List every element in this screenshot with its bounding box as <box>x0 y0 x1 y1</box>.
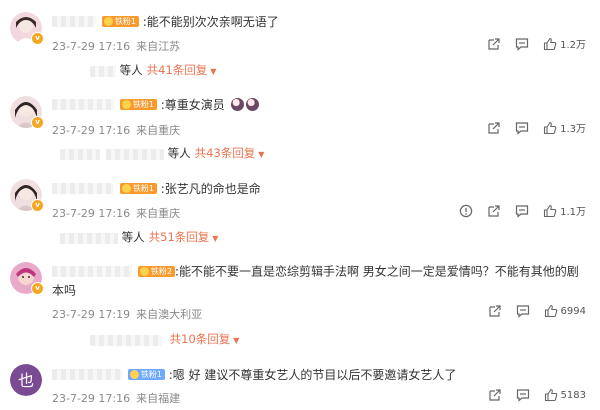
like-button[interactable]: 1.2万 <box>543 36 586 51</box>
comment-header: 铁粉1 :能不能别次次亲啊无语了 <box>52 13 279 30</box>
timestamp: 23-7-29 17:16 <box>52 392 131 405</box>
username-blurred[interactable] <box>52 16 96 27</box>
verified-icon: v <box>31 116 44 129</box>
emoji-icon <box>245 98 259 111</box>
comment-text: :能不能别次次亲啊无语了 <box>142 15 279 29</box>
like-count: 1.3万 <box>560 124 586 135</box>
comment-actions: 5183 <box>488 388 586 402</box>
chevron-down-icon: ▼ <box>210 67 217 76</box>
timestamp: 23-7-29 17:19 <box>52 308 131 321</box>
reply-prefix: 等人 <box>167 146 191 160</box>
comment-text: :能不能不要一直是恋综剪辑手法啊 男女之间一定是爱情吗？不能有其他的剧本吗 <box>52 264 579 298</box>
comment-icon[interactable] <box>515 204 529 218</box>
comment-icon[interactable] <box>516 304 530 318</box>
comment-meta: 23-7-29 17:16 来自重庆 <box>52 205 180 221</box>
comment-icon[interactable] <box>515 121 529 135</box>
reply-count-link[interactable]: 共41条回复 <box>147 63 208 77</box>
comment-header: 铁粉1 :张艺凡的命也是命 <box>52 180 261 197</box>
reply-count-link[interactable]: 共10条回复 <box>170 332 231 346</box>
chevron-down-icon: ▼ <box>212 234 219 243</box>
avatar[interactable]: v <box>10 262 44 295</box>
like-button[interactable]: 6994 <box>544 304 586 318</box>
share-icon[interactable] <box>487 37 501 51</box>
like-count: 1.1万 <box>560 207 586 218</box>
username-blurred[interactable] <box>52 183 114 194</box>
share-icon[interactable] <box>488 388 502 402</box>
reply-summary[interactable]: 共10条回复 ▼ <box>90 331 239 347</box>
timestamp: 23-7-29 17:16 <box>52 207 131 220</box>
timestamp: 23-7-29 17:16 <box>52 124 131 137</box>
verified-icon: v <box>31 282 44 295</box>
comment-actions: 1.2万 <box>487 36 586 51</box>
like-button[interactable]: 1.1万 <box>543 203 586 218</box>
comment-text: :张艺凡的命也是命 <box>160 182 261 196</box>
fan-badge: 铁粉2 <box>137 266 175 277</box>
reply-avatars-blurred <box>90 64 116 78</box>
username-blurred[interactable] <box>52 369 122 380</box>
comment-icon[interactable] <box>515 37 529 51</box>
location: 来自重庆 <box>136 207 181 220</box>
comment-actions: 6994 <box>488 304 586 318</box>
comment-text: :尊重女演员 <box>160 98 225 112</box>
comment-meta: 23-7-29 17:16 来自福建 <box>52 390 180 406</box>
location: 来自江苏 <box>136 40 181 53</box>
reply-avatars-blurred <box>60 147 164 161</box>
verified-icon: v <box>31 199 44 212</box>
reply-avatars-blurred <box>90 333 162 347</box>
comment-meta: 23-7-29 17:19 来自澳大利亚 <box>52 306 202 322</box>
comment-header: 铁粉1 :尊重女演员 <box>52 96 259 113</box>
comment-icon[interactable] <box>516 388 530 402</box>
reply-count-link[interactable]: 共43条回复 <box>195 146 256 160</box>
like-button[interactable]: 5183 <box>544 388 586 402</box>
avatar[interactable]: v <box>10 12 44 45</box>
emoji-icon <box>230 98 244 111</box>
location: 来自福建 <box>136 392 181 405</box>
comment-text: :嗯 好 建议不尊重女艺人的节目以后不要邀请女艺人了 <box>168 368 457 382</box>
reply-summary[interactable]: 等人 共51条回复 ▼ <box>60 229 218 245</box>
reply-summary[interactable]: 等人 共41条回复 ▼ <box>90 62 216 78</box>
avatar-image: 也 <box>10 364 42 396</box>
avatar[interactable]: v <box>10 179 44 212</box>
reply-avatars-blurred <box>60 231 118 245</box>
reply-prefix: 等人 <box>119 63 143 77</box>
report-icon[interactable] <box>459 204 473 218</box>
avatar[interactable]: v <box>10 96 44 129</box>
chevron-down-icon: ▼ <box>233 336 240 345</box>
like-count: 6994 <box>560 305 586 317</box>
like-count: 5183 <box>560 389 586 401</box>
location: 来自澳大利亚 <box>136 308 203 321</box>
avatar-glyph: 也 <box>18 371 34 390</box>
username-blurred[interactable] <box>52 266 132 277</box>
comment-actions: 1.1万 <box>459 203 586 218</box>
comment-meta: 23-7-29 17:16 来自江苏 <box>52 38 180 54</box>
share-icon[interactable] <box>488 304 502 318</box>
comment-header: 铁粉2:能不能不要一直是恋综剪辑手法啊 男女之间一定是爱情吗？不能有其他的剧本吗 <box>52 262 582 299</box>
timestamp: 23-7-29 17:16 <box>52 40 131 53</box>
username-blurred[interactable] <box>52 99 114 110</box>
verified-icon: v <box>31 32 44 45</box>
reply-summary[interactable]: 等人 共43条回复 ▼ <box>60 145 264 161</box>
comment-meta: 23-7-29 17:16 来自重庆 <box>52 122 180 138</box>
like-count: 1.2万 <box>560 40 586 51</box>
fan-badge: 铁粉1 <box>119 183 157 194</box>
like-icon <box>543 37 557 51</box>
like-icon <box>543 121 557 135</box>
chevron-down-icon: ▼ <box>258 150 265 159</box>
reply-prefix: 等人 <box>121 230 145 244</box>
fan-badge: 铁粉1 <box>127 369 165 380</box>
like-icon <box>543 204 557 218</box>
fan-badge: 铁粉1 <box>119 99 157 110</box>
like-icon <box>544 388 558 402</box>
comment-header: 铁粉1 :嗯 好 建议不尊重女艺人的节目以后不要邀请女艺人了 <box>52 366 456 383</box>
like-button[interactable]: 1.3万 <box>543 120 586 135</box>
share-icon[interactable] <box>487 121 501 135</box>
location: 来自重庆 <box>136 124 181 137</box>
like-icon <box>544 304 558 318</box>
fan-badge: 铁粉1 <box>101 16 139 27</box>
share-icon[interactable] <box>487 204 501 218</box>
comment-actions: 1.3万 <box>487 120 586 135</box>
reply-count-link[interactable]: 共51条回复 <box>149 230 210 244</box>
avatar[interactable]: 也 <box>10 364 42 396</box>
